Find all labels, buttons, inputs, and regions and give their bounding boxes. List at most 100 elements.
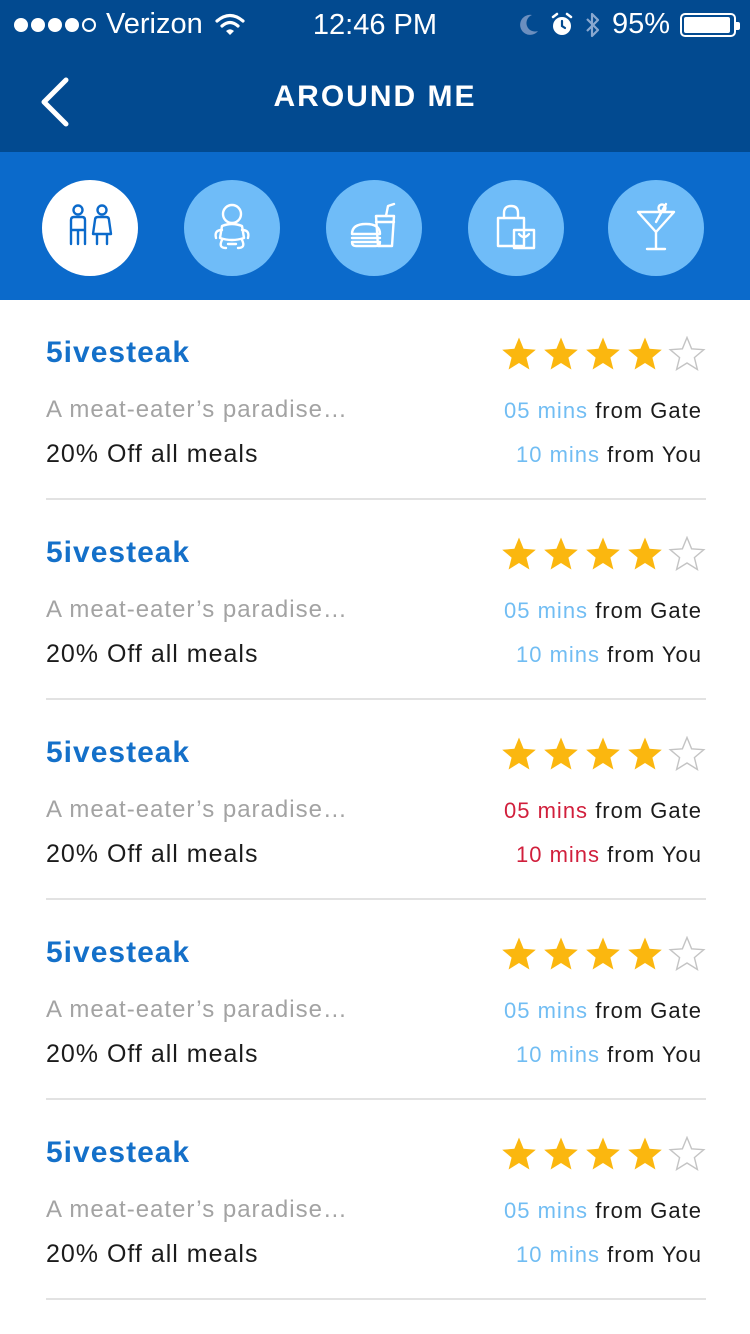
you-minutes: 10 mins [515, 1242, 601, 1267]
place-deal: 20% Off all meals [46, 440, 259, 468]
gate-label: from Gate [595, 398, 702, 423]
place-name[interactable]: 5ivesteak [46, 1136, 190, 1170]
battery-tip [736, 21, 740, 30]
star-filled-icon [586, 737, 620, 770]
gate-label: from Gate [595, 1198, 702, 1223]
list-item[interactable]: 5ivesteak A meat-eater’s paradise… 20% Off… [46, 500, 706, 700]
you-label: from You [607, 642, 702, 667]
star-filled-icon [502, 1137, 536, 1170]
place-description: A meat-eater’s paradise… [46, 1196, 348, 1223]
time-from-you: 10 mins from You [516, 1242, 702, 1268]
gate-minutes: 05 mins [504, 798, 589, 823]
alarm-clock-icon [551, 12, 573, 35]
battery-fill [684, 16, 730, 33]
rating-stars [500, 1136, 706, 1172]
rating-stars [500, 336, 706, 372]
star-filled-icon [502, 737, 536, 770]
star-filled-icon [586, 1137, 620, 1170]
status-bar: Verizon 12:46 PM 95% [0, 0, 750, 52]
status-right: 95% [518, 8, 740, 41]
star-filled-icon [544, 1137, 578, 1170]
page-title: AROUND ME [273, 80, 477, 113]
category-filter-bar [0, 152, 750, 300]
list-item[interactable]: 5ivesteak A meat-eater’s paradise… 20% Off… [46, 300, 706, 500]
time-from-you: 10 mins from You [516, 442, 702, 468]
star-filled-icon [502, 937, 536, 970]
time-from-gate: 05 mins from Gate [504, 998, 702, 1024]
you-minutes: 10 mins [515, 442, 601, 467]
list-item[interactable]: 5ivesteak A meat-eater’s paradise… 20% Off… [46, 1100, 706, 1300]
navigation-bar: AROUND ME [0, 52, 750, 152]
gate-label: from Gate [595, 598, 702, 623]
place-description: A meat-eater’s paradise… [46, 796, 348, 823]
time-from-gate: 05 mins from Gate [504, 398, 702, 424]
restroom-icon [69, 204, 113, 246]
place-deal: 20% Off all meals [46, 1040, 259, 1068]
list-item[interactable]: 5ivesteak A meat-eater’s paradise… 20% Off… [46, 700, 706, 900]
place-name[interactable]: 5ivesteak [46, 536, 190, 570]
star-filled-icon [502, 537, 536, 570]
gate-minutes: 05 mins [504, 598, 589, 623]
place-description: A meat-eater’s paradise… [46, 596, 348, 623]
star-filled-icon [544, 537, 578, 570]
star-empty-icon [668, 536, 706, 572]
time-from-you: 10 mins from You [516, 642, 702, 668]
baby-icon [214, 203, 250, 250]
rating-stars [500, 536, 706, 572]
category-food-drink[interactable] [326, 180, 422, 276]
star-empty-icon [668, 736, 706, 772]
place-name[interactable]: 5ivesteak [46, 336, 190, 370]
place-deal: 20% Off all meals [46, 840, 259, 868]
star-filled-icon [628, 737, 662, 770]
place-name[interactable]: 5ivesteak [46, 936, 190, 970]
cocktail-icon [636, 202, 676, 251]
time-from-you: 10 mins from You [516, 842, 702, 868]
star-filled-icon [628, 337, 662, 370]
star-filled-icon [544, 337, 578, 370]
you-minutes: 10 mins [515, 642, 601, 667]
places-list: 5ivesteak A meat-eater’s paradise… 20% Off… [46, 300, 706, 1300]
gate-label: from Gate [595, 998, 702, 1023]
category-baby-care[interactable] [184, 180, 280, 276]
place-deal: 20% Off all meals [46, 640, 259, 668]
star-empty-icon [668, 1136, 706, 1172]
time-from-gate: 05 mins from Gate [504, 598, 702, 624]
star-empty-icon [668, 336, 706, 372]
shopping-bag-icon [496, 204, 536, 250]
place-description: A meat-eater’s paradise… [46, 996, 348, 1023]
star-filled-icon [586, 937, 620, 970]
category-restroom[interactable] [42, 180, 138, 276]
you-label: from You [607, 842, 702, 867]
star-filled-icon [502, 337, 536, 370]
you-label: from You [607, 1042, 702, 1067]
gate-minutes: 05 mins [504, 398, 589, 423]
star-filled-icon [544, 737, 578, 770]
category-bars[interactable] [608, 180, 704, 276]
rating-stars [500, 936, 706, 972]
place-description: A meat-eater’s paradise… [46, 396, 348, 423]
star-filled-icon [628, 1137, 662, 1170]
battery-icon [680, 12, 740, 37]
star-filled-icon [586, 537, 620, 570]
battery-percent: 95% [611, 8, 670, 40]
bluetooth-icon [586, 12, 600, 37]
gate-minutes: 05 mins [504, 1198, 589, 1223]
time-from-you: 10 mins from You [516, 1042, 702, 1068]
gate-label: from Gate [595, 798, 702, 823]
you-label: from You [607, 442, 702, 467]
you-label: from You [607, 1242, 702, 1267]
star-filled-icon [586, 337, 620, 370]
star-empty-icon [668, 936, 706, 972]
list-item[interactable]: 5ivesteak A meat-eater’s paradise… 20% Off… [46, 900, 706, 1100]
moon-icon [520, 14, 538, 35]
you-minutes: 10 mins [515, 842, 601, 867]
star-filled-icon [628, 537, 662, 570]
star-filled-icon [628, 937, 662, 970]
gate-minutes: 05 mins [504, 998, 589, 1023]
rating-stars [500, 736, 706, 772]
place-deal: 20% Off all meals [46, 1240, 259, 1268]
time-from-gate: 05 mins from Gate [504, 798, 702, 824]
place-name[interactable]: 5ivesteak [46, 736, 190, 770]
category-shopping[interactable] [468, 180, 564, 276]
time-from-gate: 05 mins from Gate [504, 1198, 702, 1224]
